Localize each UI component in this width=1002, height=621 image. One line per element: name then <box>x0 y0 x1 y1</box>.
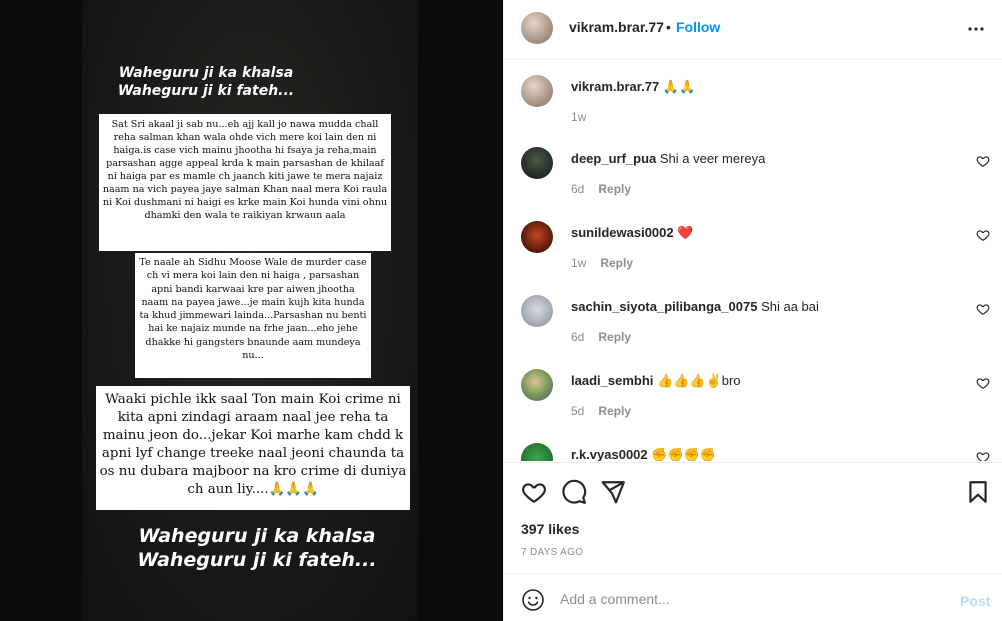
comment-time[interactable]: 6d <box>571 330 584 344</box>
comment-text: 👍👍👍✌️bro <box>657 373 741 388</box>
post-comment-button[interactable]: Post <box>960 593 990 609</box>
comment-meta: 6d Reply <box>571 330 631 344</box>
save-bookmark-icon[interactable] <box>965 479 991 505</box>
caption-avatar[interactable] <box>521 75 553 107</box>
comment-line: laadi_sembhi 👍👍👍✌️bro <box>571 372 961 390</box>
caption-line: vikram.brar.77 🙏🙏 <box>571 78 961 96</box>
like-comment-heart-icon[interactable] <box>976 228 990 242</box>
post-side-panel: vikram.brar.77 • Follow vikram.brar.77 🙏… <box>503 0 1002 621</box>
comment-text: ✊✊✊✊ <box>651 447 717 461</box>
comment-item: r.k.vyas0002 ✊✊✊✊ <box>504 443 1002 461</box>
like-heart-icon[interactable] <box>521 479 547 505</box>
reply-button[interactable]: Reply <box>598 330 631 344</box>
add-comment-bar: Post <box>504 573 1002 621</box>
comment-meta: 1w Reply <box>571 256 633 270</box>
reply-button[interactable]: Reply <box>600 256 633 270</box>
media-letterbox-left <box>0 0 82 621</box>
caption-text: 🙏🙏 <box>662 79 696 94</box>
comment-time[interactable]: 1w <box>571 256 586 270</box>
comment-time[interactable]: 5d <box>571 404 584 418</box>
commenter-avatar[interactable] <box>521 147 553 179</box>
post-date[interactable]: 7 DAYS AGO <box>521 547 583 558</box>
comment-line: deep_urf_pua Shi a veer mereya <box>571 150 961 168</box>
comment-text: ❤️ <box>677 225 694 240</box>
comment-text: Shi aa bai <box>761 299 819 314</box>
comment-username[interactable]: r.k.vyas0002 <box>571 447 648 461</box>
like-comment-heart-icon[interactable] <box>976 450 990 461</box>
follow-button[interactable]: Follow <box>676 19 720 35</box>
comment-item: laadi_sembhi 👍👍👍✌️bro 5d Reply <box>504 369 1002 439</box>
post-media: Waheguru ji ka khalsa Waheguru ji ki fat… <box>0 0 503 621</box>
emoji-icon[interactable] <box>521 588 545 612</box>
comment-time[interactable]: 6d <box>571 182 584 196</box>
reply-button[interactable]: Reply <box>598 404 631 418</box>
comments-list[interactable]: vikram.brar.77 🙏🙏 1w deep_urf_pua Shi a … <box>504 61 1002 461</box>
more-options-icon[interactable] <box>962 16 990 40</box>
comment-item: deep_urf_pua Shi a veer mereya 6d Reply <box>504 147 1002 217</box>
caption-time[interactable]: 1w <box>571 110 586 124</box>
story-note-1: Sat Sri akaal ji sab nu...eh ajj kall jo… <box>99 114 391 251</box>
caption-meta: 1w <box>571 110 586 124</box>
story-header-text: Waheguru ji ka khalsa Waheguru ji ki fat… <box>117 65 295 99</box>
comment-username[interactable]: sachin_siyota_pilibanga_0075 <box>571 299 757 314</box>
commenter-avatar[interactable] <box>521 369 553 401</box>
comment-item: sunildewasi0002 ❤️ 1w Reply <box>504 221 1002 291</box>
like-comment-heart-icon[interactable] <box>976 154 990 168</box>
commenter-avatar[interactable] <box>521 295 553 327</box>
comment-line: r.k.vyas0002 ✊✊✊✊ <box>571 446 961 461</box>
story-note-3: Waaki pichle ikk saal Ton main Koi crime… <box>96 386 410 510</box>
comment-meta: 6d Reply <box>571 182 631 196</box>
comment-username[interactable]: deep_urf_pua <box>571 151 656 166</box>
like-comment-heart-icon[interactable] <box>976 302 990 316</box>
comment-line: sunildewasi0002 ❤️ <box>571 224 961 242</box>
comment-username[interactable]: sunildewasi0002 <box>571 225 674 240</box>
like-comment-heart-icon[interactable] <box>976 376 990 390</box>
story-note-2: Te naale ah Sidhu Moose Wale de murder c… <box>135 253 371 378</box>
comment-item: sachin_siyota_pilibanga_0075 Shi aa bai … <box>504 295 1002 365</box>
commenter-avatar[interactable] <box>521 221 553 253</box>
comment-line: sachin_siyota_pilibanga_0075 Shi aa bai <box>571 298 961 316</box>
comment-bubble-icon[interactable] <box>561 479 587 505</box>
caption-item: vikram.brar.77 🙏🙏 1w <box>504 75 1002 145</box>
post-header: vikram.brar.77 • Follow <box>504 0 1002 60</box>
commenter-avatar[interactable] <box>521 443 553 461</box>
share-send-icon[interactable] <box>600 479 626 505</box>
media-letterbox-right <box>418 0 503 621</box>
comment-meta: 5d Reply <box>571 404 631 418</box>
author-avatar[interactable] <box>521 12 553 44</box>
likes-count[interactable]: 397 likes <box>521 521 579 537</box>
caption-username[interactable]: vikram.brar.77 <box>571 79 659 94</box>
comment-username[interactable]: laadi_sembhi <box>571 373 653 388</box>
header-separator: • <box>666 19 671 35</box>
comment-text: Shi a veer mereya <box>659 151 766 166</box>
reply-button[interactable]: Reply <box>598 182 631 196</box>
comment-input[interactable] <box>560 586 940 612</box>
story-footer-text: Waheguru ji ka khalsa Waheguru ji ki fat… <box>137 525 377 571</box>
author-username[interactable]: vikram.brar.77 <box>569 19 664 35</box>
